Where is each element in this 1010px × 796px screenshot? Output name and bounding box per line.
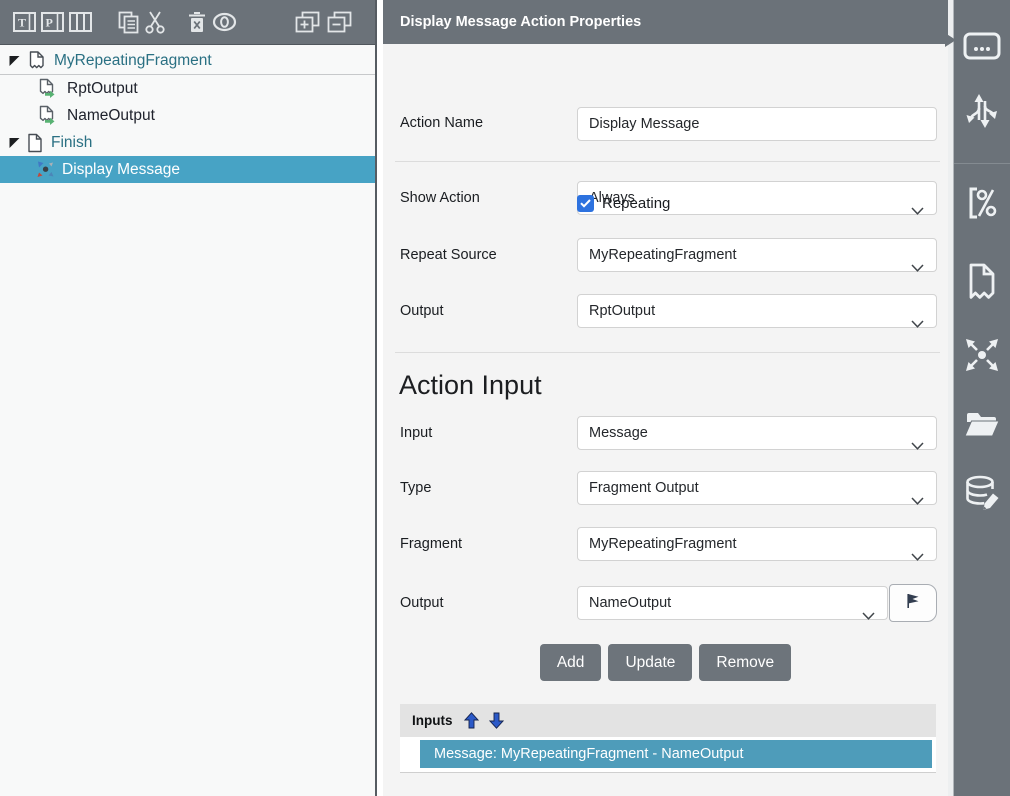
remove-button[interactable]: Remove [699,644,792,681]
check-icon [580,195,591,213]
action-input-heading: Action Input [399,370,542,400]
sidebar-icon-percent-bracket[interactable] [954,185,1010,221]
sidebar-icon-branch-arrows[interactable] [954,92,1010,130]
tree-item-finish[interactable]: Finish [0,129,375,156]
tree-item-rptoutput[interactable]: RptOutput [0,75,375,102]
collapse-panel-arrow-icon[interactable] [945,33,956,47]
tree-toolbar: T P [0,0,375,45]
add-page-icon[interactable] [295,11,320,33]
move-up-icon[interactable] [463,712,479,729]
output-icon [37,78,59,99]
expand-toggle-icon[interactable] [9,137,20,148]
chevron-down-icon [911,308,924,340]
tree-item-myrepeatingfragment[interactable]: MyRepeatingFragment [0,47,375,75]
repeat-source-select[interactable]: MyRepeatingFragment [577,238,937,272]
inputs-header-label: Inputs [412,713,453,728]
svg-text:P: P [46,16,53,30]
input-value: Message [589,425,648,441]
sidebar-icon-fragment[interactable] [954,262,1010,302]
repeating-checkbox[interactable] [577,195,594,212]
update-button[interactable]: Update [608,644,693,681]
fragment-icon [27,50,46,71]
action-input-output-select[interactable]: NameOutput [577,586,888,620]
tree-item-label: Display Message [62,160,181,178]
properties-panel: Display Message Action Properties Action… [383,0,948,796]
expand-toggle-icon[interactable] [9,55,20,66]
show-action-label: Show Action [400,190,480,206]
divider [395,352,940,353]
inputs-table-body: Message: MyRepeatingFragment - NameOutpu… [400,737,936,772]
output-label: Output [400,303,444,319]
output-value: RptOutput [589,303,656,319]
burst-icon [37,161,54,178]
form-structure-tree: MyRepeatingFragment RptOutput NameOutput Fi… [0,45,375,183]
panel-title: Display Message Action Properties [383,0,948,44]
cut-icon[interactable] [145,11,165,34]
repeating-label: Repeating [602,195,671,212]
fragment-value: MyRepeatingFragment [589,536,737,552]
chevron-down-icon [911,430,924,462]
type-label: Type [400,480,432,496]
tree-panel: T P MyRepeatingFragment RptOutput NameOutp… [0,0,377,796]
action-name-label: Action Name [400,115,484,131]
paragraph-element-icon[interactable]: P [41,12,64,32]
divider [395,161,940,162]
remove-page-icon[interactable] [327,11,352,33]
repeat-source-value: MyRepeatingFragment [589,247,737,263]
columns-element-icon[interactable] [69,12,92,32]
type-select[interactable]: Fragment Output [577,471,937,505]
action-input-output-label: Output [400,595,444,611]
add-button[interactable]: Add [539,644,602,681]
output-icon [37,105,59,126]
properties-form: Action Name Display Message Show Action … [383,44,948,796]
sidebar-icon-database-edit[interactable] [954,474,1010,512]
repeat-source-label: Repeat Source [400,247,497,263]
chevron-down-icon [911,485,924,517]
page-icon [27,133,43,153]
action-input-output-value: NameOutput [589,595,672,611]
tree-item-label: RptOutput [67,79,138,97]
tree-item-label: NameOutput [67,106,155,124]
text-element-icon[interactable]: T [13,12,36,32]
sidebar-divider [954,163,1010,164]
action-name-input[interactable]: Display Message [577,107,937,141]
tree-item-nameoutput[interactable]: NameOutput [0,102,375,129]
chevron-down-icon [862,600,875,632]
move-down-icon[interactable] [488,712,504,729]
chevron-down-icon [911,252,924,284]
output-select[interactable]: RptOutput [577,294,937,328]
sidebar-icon-folder[interactable] [954,408,1010,440]
input-select[interactable]: Message [577,416,937,450]
sidebar-icon-ellipsis-box[interactable] [954,32,1010,60]
right-sidebar [953,0,1010,796]
sidebar-icon-scatter-arrows[interactable] [954,336,1010,374]
chevron-down-icon [911,541,924,573]
svg-text:T: T [18,16,26,30]
tree-item-label: Finish [51,133,93,151]
fragment-select[interactable]: MyRepeatingFragment [577,527,937,561]
delete-icon[interactable] [187,11,207,34]
action-buttons: Add Update Remove [383,644,948,681]
inputs-table-row[interactable]: Message: MyRepeatingFragment - NameOutpu… [420,740,932,768]
tree-item-display-message[interactable]: Display Message [0,156,375,183]
visibility-icon[interactable] [212,12,237,32]
input-label: Input [400,425,433,441]
flag-button[interactable] [889,584,937,622]
copy-icon[interactable] [118,11,139,34]
type-value: Fragment Output [589,480,699,496]
repeating-checkbox-row: Repeating [577,195,670,212]
fragment-label: Fragment [400,536,463,552]
flag-icon [905,592,921,614]
chevron-down-icon [911,195,924,227]
tree-item-label: MyRepeatingFragment [54,51,212,69]
inputs-table-header: Inputs [400,704,936,737]
inputs-table: Inputs Message: MyRepeatingFragment - Na… [400,704,936,773]
